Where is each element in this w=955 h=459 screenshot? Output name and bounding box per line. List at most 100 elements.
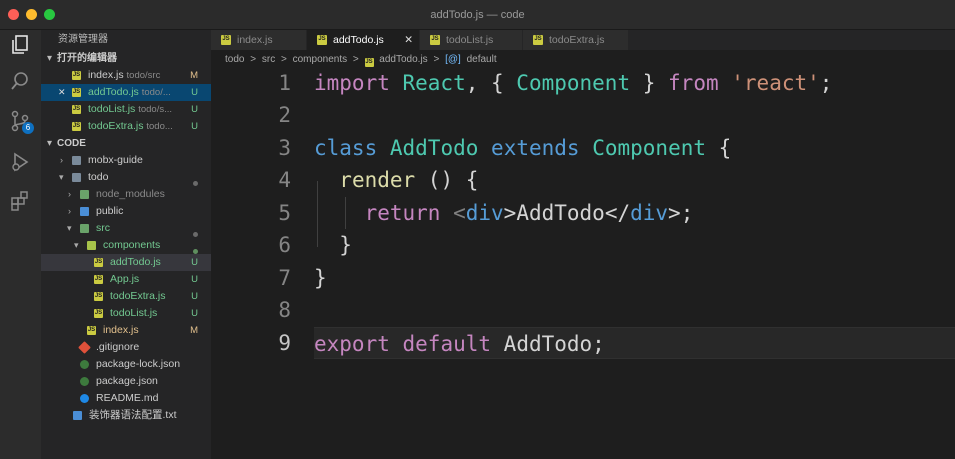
js-file-icon: JS [72, 88, 81, 97]
tab-todoextra-js[interactable]: JS todoExtra.js [523, 30, 629, 50]
code-line-5: return <div>AddTodo</div>; [364, 201, 694, 225]
open-editor-item-active[interactable]: ✕ JS addTodo.js todo/... U [41, 84, 211, 101]
folder-name: mobx-guide [88, 154, 143, 166]
editor-tabs: JS index.js JS addTodo.js ✕ JS todoList.… [211, 30, 955, 50]
breadcrumb-item[interactable]: todo [225, 54, 244, 65]
tree-item-file[interactable]: JS index.js M [41, 322, 211, 339]
js-file-icon: JS [72, 122, 81, 131]
git-status: U [191, 274, 198, 285]
git-status: U [191, 121, 198, 132]
line-number-active: 9 [278, 331, 291, 355]
debug-icon[interactable] [9, 151, 31, 173]
code-editor[interactable]: 1 2 3 4 5 6 7 8 9 import React, { Compon… [211, 69, 955, 459]
file-name: App.js [110, 273, 140, 285]
chevron-down-icon: ▾ [47, 138, 53, 149]
js-file-icon: JS [87, 326, 96, 335]
folder-name: todo [88, 171, 109, 183]
activity-bar: 6 [0, 30, 41, 459]
close-icon[interactable]: ✕ [404, 30, 413, 50]
code-line-3: class AddTodo extends Component { [314, 136, 732, 160]
git-status: U [191, 87, 198, 98]
file-name: todoList.js [88, 103, 136, 115]
tree-item-folder[interactable]: ▾ src [41, 220, 211, 237]
tab-todolist-js[interactable]: JS todoList.js [420, 30, 523, 50]
symbol-icon: [@] [445, 54, 461, 65]
tree-item-folder[interactable]: ▾ todo [41, 169, 211, 186]
tree-item-folder[interactable]: ▾ components [41, 237, 211, 254]
line-number: 7 [278, 266, 291, 290]
line-number: 2 [278, 103, 291, 127]
open-editor-item[interactable]: JS todoList.js todo/s... U [41, 101, 211, 118]
file-path: todo... [146, 121, 173, 132]
js-file-icon: JS [72, 105, 81, 114]
tree-item-file[interactable]: package-lock.json [41, 356, 211, 373]
code-line-7: } [314, 266, 327, 290]
breadcrumb-item[interactable]: default [467, 54, 497, 65]
folder-name: components [103, 239, 161, 251]
js-file-icon: JS [94, 292, 103, 301]
git-status: M [190, 325, 198, 336]
git-status: U [191, 104, 198, 115]
js-file-icon: JS [72, 71, 81, 80]
line-number: 3 [278, 136, 291, 160]
tree-item-folder[interactable]: › node_modules [41, 186, 211, 203]
code-line-1: import React, { Component } from 'react'… [314, 71, 833, 95]
tree-item-file-selected[interactable]: JS addTodo.js U [41, 254, 211, 271]
folder-icon [72, 156, 81, 165]
chevron-right-icon: › [68, 189, 71, 199]
nodejs-icon [80, 360, 89, 369]
breadcrumb-separator: > [281, 54, 287, 65]
breadcrumb-item[interactable]: components [293, 54, 347, 65]
tree-item-file[interactable]: JS App.js U [41, 271, 211, 288]
file-name: index.js [103, 324, 139, 336]
files-icon[interactable] [9, 34, 31, 56]
tree-item-file[interactable]: .gitignore [41, 339, 211, 356]
file-name: addTodo.js [110, 256, 161, 268]
open-editor-item[interactable]: JS index.js todo/src M [41, 67, 211, 84]
file-path: todo/s... [138, 104, 173, 115]
folder-name: src [96, 222, 110, 234]
src-folder-icon [80, 224, 89, 233]
chevron-down-icon: ▾ [67, 223, 72, 233]
git-status: M [190, 70, 198, 81]
workspace-section[interactable]: ▾ CODE [41, 135, 211, 152]
file-name: package.json [96, 375, 158, 387]
breadcrumb-item[interactable]: addTodo.js [379, 54, 427, 65]
line-number: 8 [278, 298, 291, 322]
chevron-right-icon: › [60, 155, 63, 165]
node-folder-icon [80, 190, 89, 199]
tab-addtodo-js[interactable]: JS addTodo.js ✕ [307, 30, 420, 50]
chevron-down-icon: ▾ [74, 240, 79, 250]
js-file-icon: JS [94, 309, 103, 318]
tree-item-file[interactable]: README.md [41, 390, 211, 407]
tree-item-file[interactable]: 装饰器语法配置.txt [41, 407, 211, 424]
js-file-icon: JS [533, 35, 543, 45]
extensions-icon[interactable] [9, 190, 31, 212]
folder-name: node_modules [96, 188, 165, 200]
components-folder-icon [87, 241, 96, 250]
chevron-down-icon: ▾ [47, 53, 53, 64]
file-path: todo/... [141, 87, 171, 98]
tree-item-folder[interactable]: › mobx-guide [41, 152, 211, 169]
open-editors-section[interactable]: ▾ 打开的编辑器 [41, 50, 211, 67]
public-folder-icon [80, 207, 89, 216]
tree-item-file[interactable]: JS todoExtra.js U [41, 288, 211, 305]
tree-item-folder[interactable]: › public [41, 203, 211, 220]
file-name: README.md [96, 392, 159, 404]
tree-item-file[interactable]: JS todoList.js U [41, 305, 211, 322]
title-bar: addTodo.js — code [0, 0, 955, 30]
tree-item-file[interactable]: package.json [41, 373, 211, 390]
file-name: 装饰器语法配置.txt [89, 409, 177, 421]
tab-index-js[interactable]: JS index.js [211, 30, 307, 50]
source-control-icon[interactable]: 6 [9, 110, 34, 134]
search-icon[interactable] [9, 70, 31, 92]
open-editor-item[interactable]: JS todoExtra.js todo... U [41, 118, 211, 135]
js-file-icon: JS [317, 35, 327, 45]
file-name: todoExtra.js [110, 290, 166, 302]
close-icon[interactable]: ✕ [58, 84, 67, 101]
line-number: 1 [278, 71, 291, 95]
breadcrumb-item[interactable]: src [262, 54, 275, 65]
git-status: U [191, 308, 198, 319]
tab-label: todoExtra.js [549, 34, 605, 46]
js-file-icon: JS [94, 258, 103, 267]
